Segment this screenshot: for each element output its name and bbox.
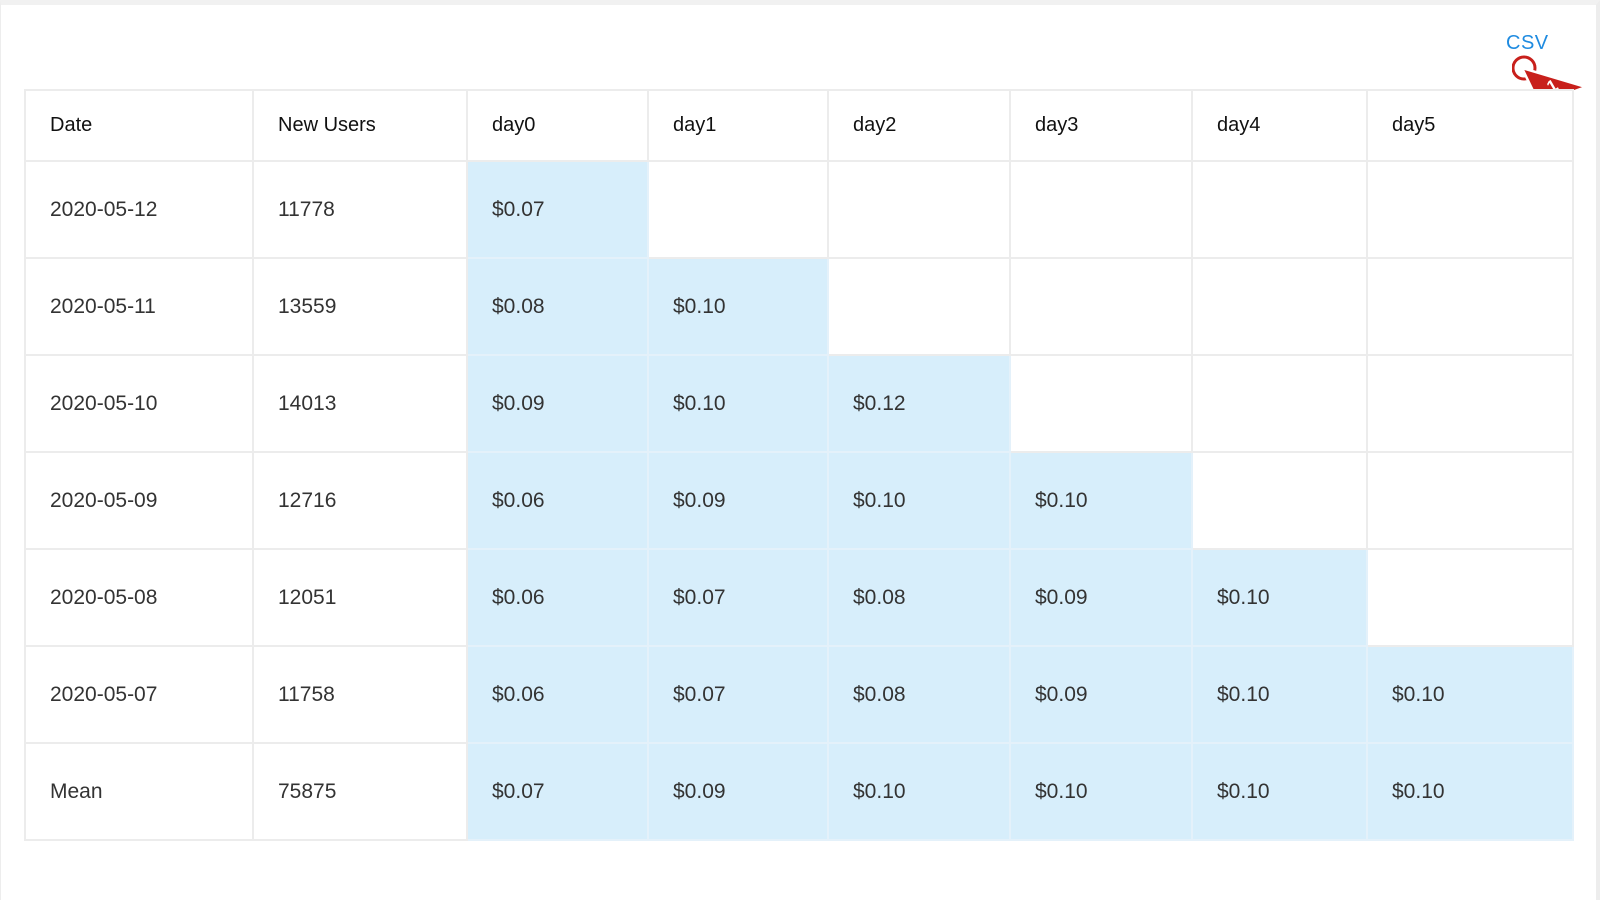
day5-value-cell	[1366, 354, 1574, 453]
day0-value-cell: $0.06	[466, 645, 649, 744]
table-row: 2020-05-10 14013 $0.09 $0.10 $0.12	[24, 354, 1574, 453]
day0-value-cell: $0.06	[466, 548, 649, 647]
day5-value-cell	[1366, 548, 1574, 647]
day2-value-cell: $0.10	[827, 451, 1011, 550]
day2-value-cell	[827, 257, 1011, 356]
date-cell: 2020-05-10	[24, 354, 254, 453]
day1-value-cell: $0.09	[647, 742, 829, 841]
day4-value-cell	[1191, 451, 1368, 550]
column-header-day4: day4	[1191, 89, 1368, 162]
cohort-table: Date New Users day0 day1 day2 day3 day4 day5 20…	[24, 89, 1574, 841]
day3-value-cell	[1009, 354, 1193, 453]
day2-value-cell: $0.08	[827, 645, 1011, 744]
day0-value-cell: $0.07	[466, 160, 649, 259]
day4-value-cell: $0.10	[1191, 548, 1368, 647]
column-header-day3: day3	[1009, 89, 1193, 162]
day4-value-cell	[1191, 160, 1368, 259]
date-cell: 2020-05-09	[24, 451, 254, 550]
day2-value-cell: $0.08	[827, 548, 1011, 647]
day1-value-cell	[647, 160, 829, 259]
header-row: Date New Users day0 day1 day2 day3 day4 day5	[24, 89, 1574, 162]
new-users-cell: 11778	[252, 160, 468, 259]
day0-value-cell: $0.07	[466, 742, 649, 841]
date-cell: 2020-05-12	[24, 160, 254, 259]
day3-value-cell	[1009, 160, 1193, 259]
date-cell: Mean	[24, 742, 254, 841]
day3-value-cell: $0.10	[1009, 742, 1193, 841]
day1-value-cell: $0.09	[647, 451, 829, 550]
day5-value-cell	[1366, 257, 1574, 356]
day3-value-cell: $0.09	[1009, 548, 1193, 647]
table-row: 2020-05-11 13559 $0.08 $0.10	[24, 257, 1574, 356]
day4-value-cell	[1191, 257, 1368, 356]
new-users-cell: 14013	[252, 354, 468, 453]
date-cell: 2020-05-11	[24, 257, 254, 356]
mean-row: Mean 75875 $0.07 $0.09 $0.10 $0.10 $0.10 $0.10	[24, 742, 1574, 841]
day5-value-cell: $0.10	[1366, 645, 1574, 744]
column-header-new-users: New Users	[252, 89, 468, 162]
column-header-date: Date	[24, 89, 254, 162]
day2-value-cell: $0.12	[827, 354, 1011, 453]
table-row: 2020-05-09 12716 $0.06 $0.09 $0.10 $0.10	[24, 451, 1574, 550]
day2-value-cell: $0.10	[827, 742, 1011, 841]
column-header-day0: day0	[466, 89, 649, 162]
day3-value-cell: $0.09	[1009, 645, 1193, 744]
table-row: 2020-05-07 11758 $0.06 $0.07 $0.08 $0.09 $0.10…	[24, 645, 1574, 744]
date-cell: 2020-05-07	[24, 645, 254, 744]
day0-value-cell: $0.09	[466, 354, 649, 453]
day3-value-cell: $0.10	[1009, 451, 1193, 550]
new-users-cell: 75875	[252, 742, 468, 841]
column-header-day2: day2	[827, 89, 1011, 162]
day5-value-cell	[1366, 160, 1574, 259]
new-users-cell: 11758	[252, 645, 468, 744]
column-header-day5: day5	[1366, 89, 1574, 162]
day5-value-cell: $0.10	[1366, 742, 1574, 841]
day0-value-cell: $0.08	[466, 257, 649, 356]
table-body: 2020-05-12 11778 $0.07 2020-05-11 13559 $0.08…	[24, 160, 1574, 841]
table-header: Date New Users day0 day1 day2 day3 day4 day5	[24, 89, 1574, 162]
day0-value-cell: $0.06	[466, 451, 649, 550]
date-cell: 2020-05-08	[24, 548, 254, 647]
day2-value-cell	[827, 160, 1011, 259]
new-users-cell: 12051	[252, 548, 468, 647]
day4-value-cell	[1191, 354, 1368, 453]
table-row: 2020-05-12 11778 $0.07	[24, 160, 1574, 259]
column-header-day1: day1	[647, 89, 829, 162]
day3-value-cell	[1009, 257, 1193, 356]
day5-value-cell	[1366, 451, 1574, 550]
new-users-cell: 13559	[252, 257, 468, 356]
day1-value-cell: $0.10	[647, 354, 829, 453]
day1-value-cell: $0.10	[647, 257, 829, 356]
day4-value-cell: $0.10	[1191, 645, 1368, 744]
day1-value-cell: $0.07	[647, 645, 829, 744]
day4-value-cell: $0.10	[1191, 742, 1368, 841]
day1-value-cell: $0.07	[647, 548, 829, 647]
table-row: 2020-05-08 12051 $0.06 $0.07 $0.08 $0.09 $0.10	[24, 548, 1574, 647]
new-users-cell: 12716	[252, 451, 468, 550]
csv-export-link[interactable]: CSV	[1506, 32, 1549, 55]
